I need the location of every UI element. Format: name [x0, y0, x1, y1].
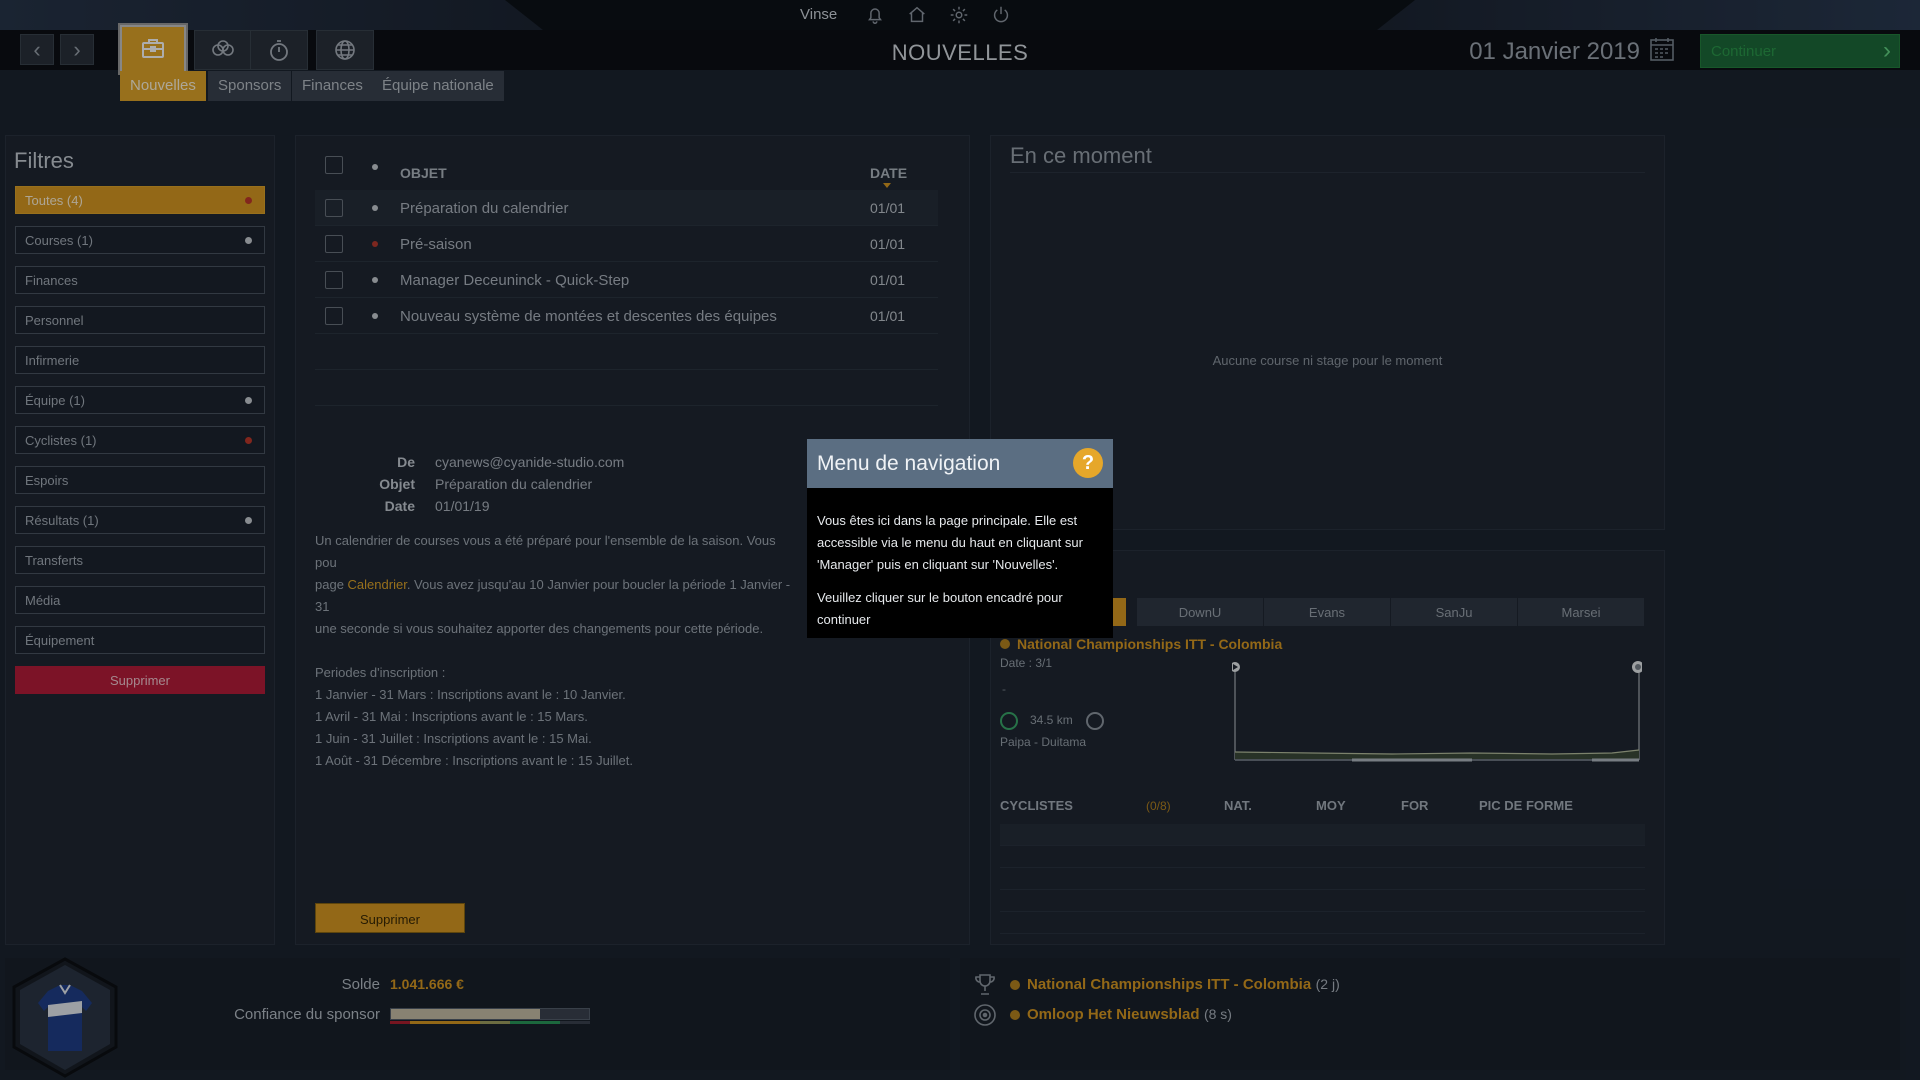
dialog-title: Menu de navigation — [817, 452, 1001, 475]
dialog-text: Vous êtes ici dans la page principale. E… — [817, 513, 1083, 572]
help-icon[interactable]: ? — [1073, 448, 1103, 478]
dialog-instruction: Veuillez cliquer sur le bouton encadré p… — [817, 590, 1063, 627]
